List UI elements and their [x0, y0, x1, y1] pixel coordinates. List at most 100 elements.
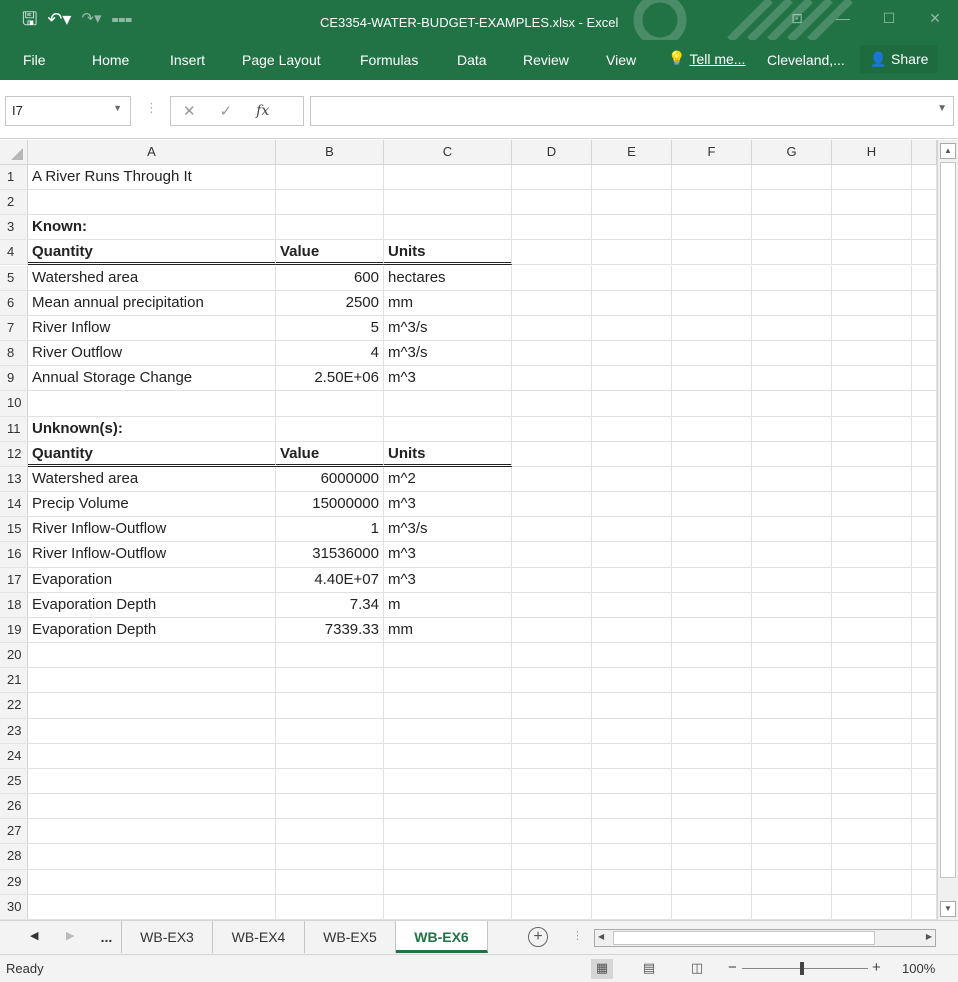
account-user[interactable]: Cleveland,...: [767, 52, 845, 68]
normal-view-icon[interactable]: ▦: [591, 959, 613, 979]
cell-b13[interactable]: 6000000: [276, 466, 384, 493]
tab-view[interactable]: View: [606, 52, 636, 68]
cell-d26[interactable]: [512, 794, 592, 820]
cell-a5[interactable]: Watershed area: [28, 265, 276, 291]
cell-h20[interactable]: [832, 643, 912, 669]
cell-d9[interactable]: [512, 366, 592, 392]
cell-e6[interactable]: [592, 290, 672, 316]
cell-d28[interactable]: [512, 844, 592, 870]
cell-f4[interactable]: [672, 240, 752, 266]
row-header[interactable]: 8: [0, 341, 28, 367]
minimize-button[interactable]: —: [820, 0, 866, 40]
cell-b22[interactable]: [276, 693, 384, 719]
cell-d30[interactable]: [512, 894, 592, 920]
row-header[interactable]: 16: [0, 542, 28, 568]
cell-b10[interactable]: [276, 391, 384, 417]
column-header-a[interactable]: A: [28, 140, 276, 165]
cell-g17[interactable]: [752, 567, 832, 593]
cell-c30[interactable]: [384, 894, 512, 920]
cell-partial[interactable]: [912, 819, 937, 845]
cell-f22[interactable]: [672, 693, 752, 719]
cell-h2[interactable]: [832, 190, 912, 216]
cell-d29[interactable]: [512, 869, 592, 895]
undo-icon[interactable]: ↶▾: [47, 8, 71, 30]
cell-g12[interactable]: [752, 441, 832, 467]
cell-h10[interactable]: [832, 391, 912, 417]
cell-g22[interactable]: [752, 693, 832, 719]
row-header[interactable]: 1: [0, 165, 28, 190]
cell-f14[interactable]: [672, 492, 752, 518]
row-header[interactable]: 27: [0, 819, 28, 845]
cell-b27[interactable]: [276, 819, 384, 845]
cell-c6[interactable]: mm: [384, 290, 512, 316]
cell-e25[interactable]: [592, 768, 672, 795]
cell-g4[interactable]: [752, 240, 832, 266]
scroll-up-icon[interactable]: ▲: [940, 143, 956, 159]
cell-d24[interactable]: [512, 743, 592, 769]
cell-g13[interactable]: [752, 466, 832, 493]
cell-h13[interactable]: [832, 466, 912, 493]
cell-f1[interactable]: [672, 165, 752, 190]
cell-partial[interactable]: [912, 567, 937, 593]
cell-e15[interactable]: [592, 517, 672, 543]
cell-g26[interactable]: [752, 794, 832, 820]
cell-c26[interactable]: [384, 794, 512, 820]
row-header[interactable]: 22: [0, 693, 28, 719]
cell-c23[interactable]: [384, 718, 512, 744]
cell-b23[interactable]: [276, 718, 384, 744]
cell-g24[interactable]: [752, 743, 832, 769]
cell-g25[interactable]: [752, 768, 832, 795]
cell-h7[interactable]: [832, 315, 912, 341]
cell-e14[interactable]: [592, 492, 672, 518]
cell-h30[interactable]: [832, 894, 912, 920]
cell-partial[interactable]: [912, 718, 937, 744]
tell-me-box[interactable]: 💡 Tell me...: [668, 50, 745, 67]
cancel-icon[interactable]: ✕: [183, 102, 196, 120]
column-header-h[interactable]: H: [832, 140, 912, 165]
cell-h6[interactable]: [832, 290, 912, 316]
cell-d20[interactable]: [512, 643, 592, 669]
cell-d2[interactable]: [512, 190, 592, 216]
cell-c11[interactable]: [384, 416, 512, 442]
cell-a22[interactable]: [28, 693, 276, 719]
add-sheet-icon[interactable]: +: [528, 927, 548, 947]
cell-f13[interactable]: [672, 466, 752, 493]
cell-f6[interactable]: [672, 290, 752, 316]
row-header[interactable]: 3: [0, 215, 28, 241]
cell-h28[interactable]: [832, 844, 912, 870]
cell-h3[interactable]: [832, 215, 912, 241]
cell-h14[interactable]: [832, 492, 912, 518]
cell-c15[interactable]: m^3/s: [384, 517, 512, 543]
cell-d3[interactable]: [512, 215, 592, 241]
cell-f10[interactable]: [672, 391, 752, 417]
cell-d16[interactable]: [512, 542, 592, 568]
cell-e30[interactable]: [592, 894, 672, 920]
cell-h4[interactable]: [832, 240, 912, 266]
cell-c29[interactable]: [384, 869, 512, 895]
row-header[interactable]: 12: [0, 441, 28, 467]
cell-a25[interactable]: [28, 768, 276, 795]
cell-partial[interactable]: [912, 894, 937, 920]
cell-e1[interactable]: [592, 165, 672, 190]
cell-a19[interactable]: Evaporation Depth: [28, 617, 276, 644]
cell-a6[interactable]: Mean annual precipitation: [28, 290, 276, 316]
cell-d10[interactable]: [512, 391, 592, 417]
cell-b2[interactable]: [276, 190, 384, 216]
cell-partial[interactable]: [912, 668, 937, 694]
cell-g18[interactable]: [752, 592, 832, 618]
row-header[interactable]: 20: [0, 643, 28, 669]
cell-partial[interactable]: [912, 592, 937, 618]
zoom-level[interactable]: 100%: [902, 961, 935, 976]
select-all-corner[interactable]: [0, 140, 28, 165]
worksheet-grid[interactable]: ABCDEFGH 1A River Runs Through It 2 3 Known…: [0, 140, 937, 920]
cell-partial[interactable]: [912, 768, 937, 795]
cell-f19[interactable]: [672, 617, 752, 644]
close-button[interactable]: ✕: [912, 0, 958, 40]
zoom-slider[interactable]: [742, 968, 868, 969]
cell-e21[interactable]: [592, 668, 672, 694]
cell-c4[interactable]: Units: [384, 240, 512, 266]
cell-partial[interactable]: [912, 165, 937, 190]
cell-a29[interactable]: [28, 869, 276, 895]
cell-h5[interactable]: [832, 265, 912, 291]
cell-e7[interactable]: [592, 315, 672, 341]
